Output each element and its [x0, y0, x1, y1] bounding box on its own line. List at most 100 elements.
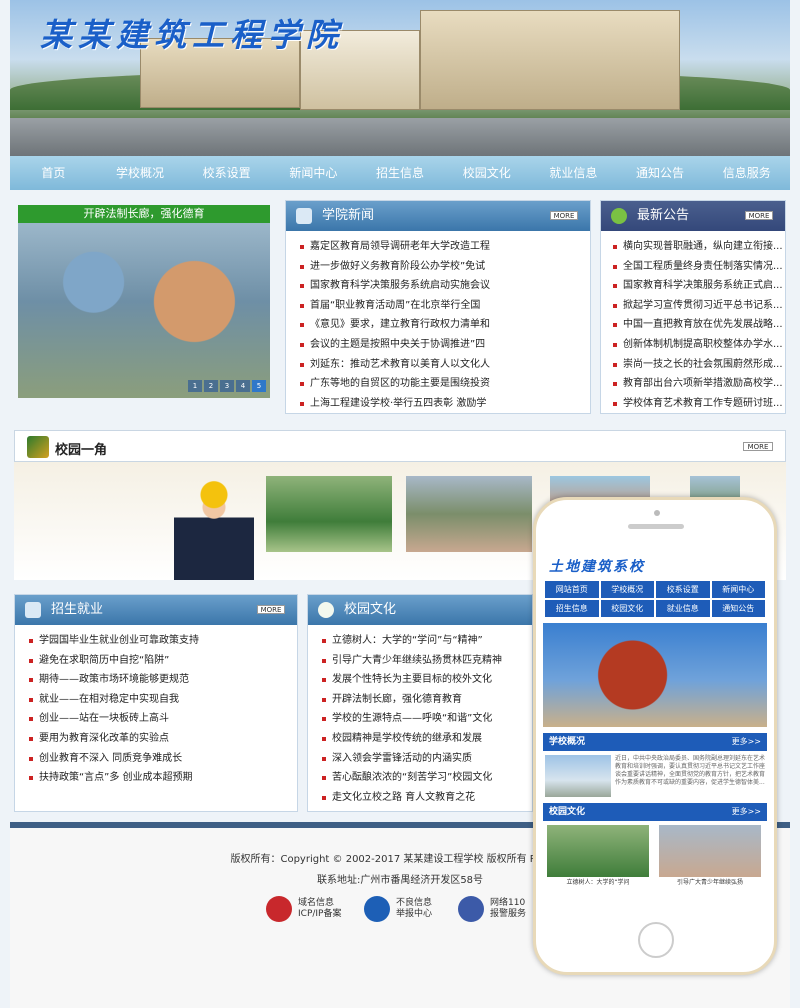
mobile-intro-text: 近日，中共中央政治局委员、国务院副总理刘延东在艺术教育和培训时强调，要认真贯彻习…	[615, 755, 766, 786]
news-list: 嘉定区教育局领导调研老年大学改造工程 进一步做好义务教育阶段公办学校”免试 国家…	[286, 231, 590, 413]
mobile-culture-caption: 引导广大青少年继续弘扬	[676, 879, 743, 886]
news-item[interactable]: 广东等地的自贸区的功能主要是围绕投资	[300, 374, 590, 394]
mobile-nav-home[interactable]: 网站首页	[545, 581, 599, 598]
notice-item[interactable]: 横向实现普职融通，纵向建立衔接...	[613, 237, 785, 257]
jobs-item[interactable]: 创业教育不深入 同质竞争难成长	[29, 749, 297, 769]
mobile-nav: 网站首页 学校概况 校系设置 新闻中心 招生信息 校园文化 就业信息 通知公告	[543, 581, 767, 617]
campus-corner-title: 校园一角	[55, 443, 108, 458]
notices-title: 最新公告	[637, 208, 690, 223]
news-more-button[interactable]: MORE	[550, 211, 578, 220]
culture-item[interactable]: 引导广大青少年继续弘扬贯林匹克精神	[322, 651, 532, 671]
news-item[interactable]: 首届“职业教育活动周”在北京举行全国	[300, 296, 590, 316]
nav-services[interactable]: 信息服务	[703, 156, 790, 190]
jobs-item[interactable]: 创业——站在一块板砖上高斗	[29, 709, 297, 729]
jobs-item[interactable]: 学园国毕业生就业创业可靠政策支持	[29, 631, 297, 651]
phone-speaker	[628, 524, 684, 529]
bookshelf-icon	[27, 436, 49, 458]
nav-home[interactable]: 首页	[10, 156, 97, 190]
phone-home-button[interactable]	[638, 922, 674, 958]
nav-employment[interactable]: 就业信息	[530, 156, 617, 190]
culture-item[interactable]: 开辟法制长廊，强化德育教育	[322, 690, 532, 710]
banner-road	[10, 118, 790, 156]
culture-item[interactable]: 发展个性特长为主要目标的校外文化	[322, 670, 532, 690]
culture-panel: 校园文化 立德树人：大学的“学问”与“精神” 引导广大青少年继续弘扬贯林匹克精神…	[307, 594, 533, 812]
icp-label: 域名信息 ICP/IP备案	[298, 898, 342, 919]
culture-item[interactable]: 校园精神是学校传统的继承和发展	[322, 729, 532, 749]
slider-page-4[interactable]: 4	[236, 380, 250, 392]
culture-item[interactable]: 学校的生源特点——呼唤“和谐”文化	[322, 709, 532, 729]
jobs-list: 学园国毕业生就业创业可靠政策支持 避免在求职简历中自挖“陷阱” 期待——政策市场…	[15, 625, 297, 788]
notice-item[interactable]: 国家教育科学决策服务系统正式启...	[613, 276, 785, 296]
jobs-item[interactable]: 避免在求职简历中自挖“陷阱”	[29, 651, 297, 671]
notices-more-button[interactable]: MORE	[745, 211, 773, 220]
slider-page-2[interactable]: 2	[204, 380, 218, 392]
culture-item[interactable]: 深入领会学雷锋活动的内涵实质	[322, 749, 532, 769]
mobile-nav-admission[interactable]: 招生信息	[545, 600, 599, 617]
notice-item[interactable]: 学校体育艺术教育工作专题研讨班...	[613, 394, 785, 414]
nav-news[interactable]: 新闻中心	[270, 156, 357, 190]
mobile-nav-culture[interactable]: 校园文化	[600, 600, 654, 617]
jobs-item[interactable]: 扶持政策“言点”多 创业成本超预期	[29, 768, 297, 788]
news-header: 学院新闻 MORE	[286, 201, 590, 231]
news-item[interactable]: 嘉定区教育局领导调研老年大学改造工程	[300, 237, 590, 257]
mobile-nav-notices[interactable]: 通知公告	[711, 600, 765, 617]
report-label: 不良信息 举报中心	[396, 898, 433, 919]
mobile-culture-card[interactable]: 引导广大青少年继续弘扬	[659, 825, 761, 886]
notice-item[interactable]: 崇尚一技之长的社会氛围蔚然形成...	[613, 355, 785, 375]
slider-pagination: 1 2 3 4 5	[188, 380, 266, 392]
nav-overview[interactable]: 学校概况	[97, 156, 184, 190]
mobile-overview-more[interactable]: 更多>>	[732, 733, 761, 751]
jobs-item[interactable]: 期待——政策市场环境能够更规范	[29, 670, 297, 690]
mobile-section-culture-title: 校园文化	[549, 807, 586, 817]
mobile-culture-card[interactable]: 立德树人：大学的“学问	[547, 825, 649, 886]
mobile-nav-departments[interactable]: 校系设置	[656, 581, 710, 598]
nav-notices[interactable]: 通知公告	[617, 156, 704, 190]
notice-item[interactable]: 全国工程质量终身责任制落实情况...	[613, 257, 785, 277]
mobile-culture-more[interactable]: 更多>>	[732, 803, 761, 821]
banner-building-right	[420, 10, 680, 110]
culture-item[interactable]: 立德树人：大学的“学问”与“精神”	[322, 631, 532, 651]
culture-item[interactable]: 走文化立校之路 育人文教育之花	[322, 788, 532, 808]
slider-page-1[interactable]: 1	[188, 380, 202, 392]
notice-item[interactable]: 教育部出台六项新举措激励高校学...	[613, 374, 785, 394]
report-badge[interactable]: 不良信息 举报中心	[364, 896, 432, 922]
police-icon	[458, 896, 484, 922]
building-icon	[25, 602, 41, 618]
icp-badge[interactable]: 域名信息 ICP/IP备案	[266, 896, 341, 922]
mobile-section-overview-title: 学校概况	[549, 737, 586, 747]
image-slider[interactable]: 开辟法制长廊，强化德育 1 2 3 4 5	[18, 205, 270, 398]
mobile-nav-employment[interactable]: 就业信息	[656, 600, 710, 617]
news-item[interactable]: 进一步做好义务教育阶段公办学校”免试	[300, 257, 590, 277]
notice-item[interactable]: 中国一直把教育放在优先发展战略...	[613, 315, 785, 335]
news-item[interactable]: 上海工程建设学校·举行五四表彰 激励学	[300, 394, 590, 414]
slider-page-3[interactable]: 3	[220, 380, 234, 392]
jobs-item[interactable]: 要用为教育深化改革的实验点	[29, 729, 297, 749]
culture-list: 立德树人：大学的“学问”与“精神” 引导广大青少年继续弘扬贯林匹克精神 发展个性…	[308, 625, 532, 807]
mobile-nav-news[interactable]: 新闻中心	[711, 581, 765, 598]
campus-garden-photo[interactable]	[266, 476, 392, 552]
news-item[interactable]: 《意见》要求，建立教育行政权力清单和	[300, 315, 590, 335]
nav-admission[interactable]: 招生信息	[357, 156, 444, 190]
notice-item[interactable]: 掀起学习宣传贯彻习近平总书记系...	[613, 296, 785, 316]
jobs-more-button[interactable]: MORE	[257, 605, 285, 614]
header-banner: 某某建筑工程学院	[10, 0, 790, 156]
notice-item[interactable]: 创新体制机制提高职校整体办学水...	[613, 335, 785, 355]
icp-icon	[266, 896, 292, 922]
culture-item[interactable]: 苦心酝酿浓浓的“刻苦学习”校园文化	[322, 768, 532, 788]
mobile-nav-overview[interactable]: 学校概况	[600, 581, 654, 598]
school-title: 某某建筑工程学院	[40, 16, 345, 54]
mobile-culture-gallery: 立德树人：大学的“学问 引导广大青少年继续弘扬	[543, 821, 767, 890]
students-reading-photo[interactable]	[406, 476, 532, 552]
slider-page-5[interactable]: 5	[252, 380, 266, 392]
news-item[interactable]: 会议的主题是按照中央关于协调推进”四	[300, 335, 590, 355]
campus-corner-more-button[interactable]: MORE	[743, 442, 773, 451]
nav-culture[interactable]: 校园文化	[443, 156, 530, 190]
news-item[interactable]: 国家教育科学决策服务系统启动实施会议	[300, 276, 590, 296]
mobile-logo: 土地建筑系校	[549, 559, 645, 575]
jobs-item[interactable]: 就业——在相对稳定中实现自我	[29, 690, 297, 710]
news-item[interactable]: 刘延东：推动艺术教育以美育人以文化人	[300, 355, 590, 375]
jobs-header: 招生就业 MORE	[15, 595, 297, 625]
slider-caption: 开辟法制长廊，强化德育	[18, 205, 270, 223]
nav-departments[interactable]: 校系设置	[183, 156, 270, 190]
police-badge[interactable]: 网络110 报警服务	[458, 896, 526, 922]
